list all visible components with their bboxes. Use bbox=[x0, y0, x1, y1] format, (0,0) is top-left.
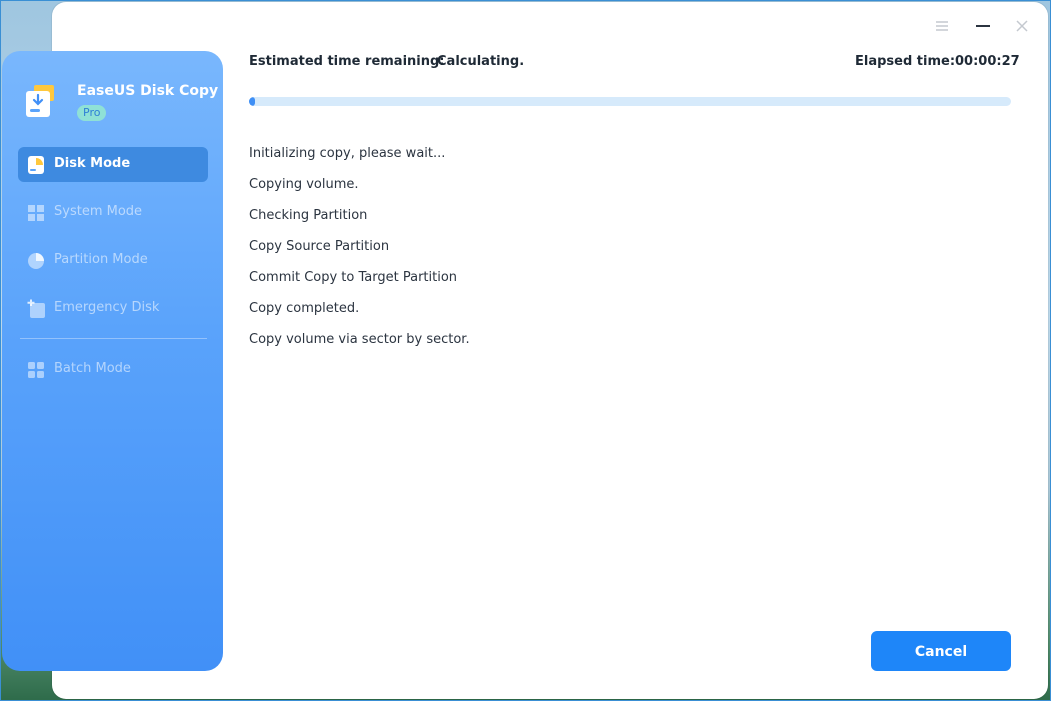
elapsed-time-value: 00:00:27 bbox=[955, 54, 1020, 69]
sidebar-item-label: Emergency Disk bbox=[54, 300, 160, 315]
cancel-button[interactable]: Cancel bbox=[871, 631, 1011, 671]
sidebar: EaseUS Disk Copy Pro Disk Mode System Mo… bbox=[2, 51, 223, 671]
sidebar-item-batch-mode[interactable]: Batch Mode bbox=[18, 352, 208, 387]
log-line: Copying volume. bbox=[249, 177, 359, 192]
sidebar-item-label: Partition Mode bbox=[54, 252, 148, 267]
sidebar-item-partition-mode[interactable]: Partition Mode bbox=[18, 243, 208, 278]
progress-bar bbox=[249, 97, 1011, 106]
log-line: Copy completed. bbox=[249, 301, 360, 316]
close-icon[interactable] bbox=[1012, 16, 1032, 36]
app-name: EaseUS Disk Copy bbox=[77, 83, 219, 99]
sidebar-item-label: System Mode bbox=[54, 204, 143, 219]
minimize-icon[interactable] bbox=[973, 16, 993, 36]
log-line: Initializing copy, please wait... bbox=[249, 146, 446, 161]
brand: EaseUS Disk Copy Pro bbox=[24, 81, 218, 125]
log-line: Copy Source Partition bbox=[249, 239, 390, 254]
grid-icon bbox=[26, 360, 46, 380]
sidebar-item-label: Batch Mode bbox=[54, 361, 131, 376]
pie-icon bbox=[26, 251, 46, 271]
edition-badge: Pro bbox=[77, 105, 107, 121]
elapsed-time-label: Elapsed time: bbox=[855, 54, 956, 69]
window-controls bbox=[930, 16, 1040, 36]
menu-icon[interactable] bbox=[932, 16, 952, 36]
log-line: Copy volume via sector by sector. bbox=[249, 332, 470, 347]
sidebar-divider bbox=[20, 338, 207, 339]
windows-icon bbox=[26, 203, 46, 223]
sidebar-item-disk-mode[interactable]: Disk Mode bbox=[18, 147, 208, 182]
emergency-disk-icon bbox=[26, 299, 46, 319]
disk-copy-logo-icon bbox=[24, 83, 58, 119]
estimated-time-value: Calculating. bbox=[437, 54, 525, 69]
log-line: Checking Partition bbox=[249, 208, 368, 223]
log-line: Commit Copy to Target Partition bbox=[249, 270, 458, 285]
estimated-time-label: Estimated time remaining: bbox=[249, 54, 445, 69]
sidebar-item-label: Disk Mode bbox=[54, 156, 131, 171]
progress-fill bbox=[249, 97, 255, 106]
disk-icon bbox=[26, 155, 46, 175]
sidebar-item-system-mode[interactable]: System Mode bbox=[18, 195, 208, 230]
sidebar-item-emergency-disk[interactable]: Emergency Disk bbox=[18, 291, 208, 326]
